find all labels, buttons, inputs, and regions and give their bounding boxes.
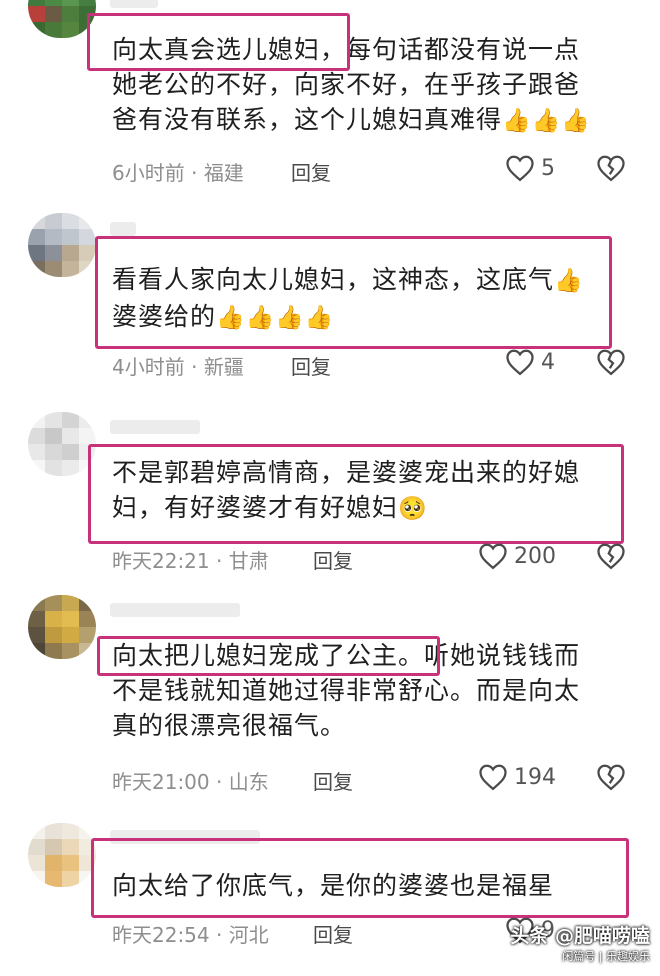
watermark-main: 头条 @肥喵唠嗑	[510, 925, 650, 947]
watermark-sub: 闲篇号 | 乐趣娱乐	[562, 950, 650, 963]
heart-icon	[506, 349, 534, 376]
like-button[interactable]: 5	[505, 154, 555, 182]
reply-button[interactable]: 回复	[291, 157, 331, 186]
dislike-icon[interactable]	[596, 542, 626, 570]
comment-meta: 昨天22:21 · 甘肃	[112, 549, 269, 573]
username[interactable]	[110, 0, 158, 8]
thumbs-up-emoji: 👍👍👍	[502, 108, 591, 134]
like-count: 194	[514, 764, 556, 790]
comment-meta: 4小时前 · 新疆	[112, 355, 244, 379]
highlight-box	[87, 13, 350, 71]
avatar[interactable]	[28, 213, 96, 277]
avatar[interactable]	[28, 0, 96, 38]
heart-icon	[506, 155, 534, 182]
like-button[interactable]: 194	[478, 763, 556, 791]
heart-icon	[479, 543, 507, 570]
like-count: 4	[541, 349, 555, 375]
reply-button[interactable]: 回复	[291, 351, 331, 380]
avatar[interactable]	[28, 412, 96, 476]
username[interactable]	[110, 420, 200, 434]
watermark: 头条 @肥喵唠嗑 闲篇号 | 乐趣娱乐	[510, 921, 650, 964]
dislike-icon[interactable]	[596, 763, 626, 791]
like-button[interactable]: 200	[478, 542, 556, 570]
highlight-box	[91, 838, 629, 918]
avatar[interactable]	[28, 823, 96, 887]
reply-button[interactable]: 回复	[313, 919, 353, 948]
username[interactable]	[110, 222, 136, 236]
comment-meta: 昨天21:00 · 山东	[112, 770, 269, 794]
highlight-box	[97, 636, 440, 676]
avatar[interactable]	[28, 595, 96, 659]
dislike-icon[interactable]	[596, 348, 626, 376]
heart-icon	[479, 764, 507, 791]
like-button[interactable]: 4	[505, 348, 555, 376]
comment-meta: 6小时前 · 福建	[112, 161, 244, 185]
reply-button[interactable]: 回复	[313, 766, 353, 795]
like-count: 5	[541, 155, 555, 181]
username[interactable]	[110, 603, 240, 617]
comment-feed: 向太真会选儿媳妇，每句话都没有说一点 她老公的不好，向家不好，在乎孩子跟爸 爸有…	[0, 0, 660, 976]
like-count: 200	[514, 543, 556, 569]
reply-button[interactable]: 回复	[313, 545, 353, 574]
highlight-box	[88, 444, 624, 544]
comment-meta: 昨天22:54 · 河北	[112, 923, 269, 947]
dislike-icon[interactable]	[596, 154, 626, 182]
highlight-box	[95, 236, 612, 349]
